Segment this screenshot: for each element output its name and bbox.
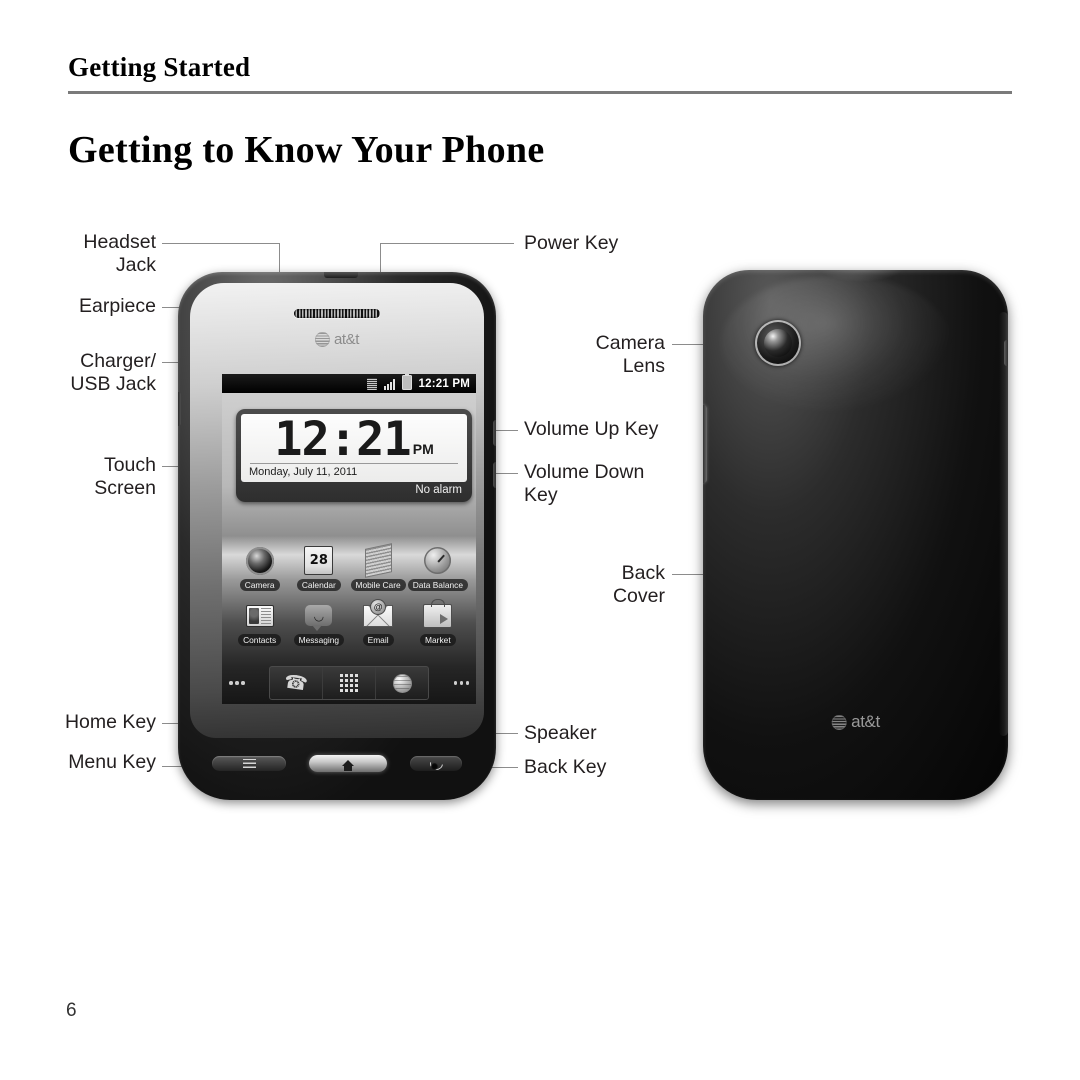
callout-touch-screen: Touch Screen [94,454,156,499]
messaging-icon: ◡ [303,600,334,631]
att-logo-front: at&t [314,331,360,348]
app-mobile-care[interactable]: Mobile Care [348,543,407,591]
app-label: Data Balance [407,579,468,591]
speaker-hole [431,763,438,770]
battery-icon [401,374,412,390]
signal-bars-icon [383,378,395,390]
app-label: Camera [239,579,280,591]
clock-widget[interactable]: 12:21 PM Monday, July 11, 2011 No alarm [236,409,472,503]
callout-charger-usb-jack: Charger/ USB Jack [70,350,156,395]
clock-time-row: 12:21 PM [248,412,460,467]
callout-volume-up-key: Volume Up Key [524,418,659,440]
globe-icon [392,673,412,693]
clock-meridiem: PM [412,441,434,458]
callout-speaker: Speaker [524,722,597,744]
status-bar-time: 12:21 PM [418,377,470,390]
app-grid-icon [340,674,358,692]
phone-front-face: at&t 12:21 PM 12:21 PM Monday, July 11, … [190,283,484,738]
back-top-contour [815,270,907,282]
leader-power-key-drop [380,243,381,275]
app-label: Contacts [238,634,282,646]
app-label: Market [420,634,456,646]
data-balance-icon [422,545,453,576]
charger-usb-jack-port [178,392,181,426]
home-key-button[interactable] [309,754,387,772]
camera-icon [244,545,275,576]
callout-back-cover: Back Cover [612,562,665,607]
app-camera[interactable]: Camera [230,545,289,591]
phone-handset-icon: ☎ [282,670,310,696]
volume-rocker-button[interactable] [703,405,707,483]
phone-front-view: at&t 12:21 PM 12:21 PM Monday, July 11, … [178,272,496,800]
leader-headset-jack [162,243,280,244]
menu-key-button[interactable] [212,755,286,771]
hamburger-icon [242,758,256,768]
leader-power-key [380,243,514,244]
att-logo-text: at&t [851,712,880,731]
callout-camera-lens: Camera Lens [595,332,665,377]
page-title: Getting to Know Your Phone [68,129,545,171]
volume-up-key-button[interactable] [493,420,496,446]
callout-back-key: Back Key [524,756,607,778]
callout-headset-jack: Headset Jack [83,231,156,276]
app-label: Messaging [293,634,345,646]
mobile-care-icon [363,543,394,578]
camera-lens [755,320,801,366]
dock-phone-button[interactable]: ☎ [270,667,322,699]
clock-date: Monday, July 11, 2011 [249,466,358,479]
callout-menu-key: Menu Key [68,751,156,773]
page-indicator-right-icon [453,681,469,685]
att-globe-icon [314,332,330,347]
house-icon [342,760,354,771]
camera-lens-glass [764,329,792,357]
att-logo-back: at&t [831,712,880,732]
clock-alarm-status: No alarm [415,484,462,497]
headset-jack-port [324,272,358,278]
app-grid: Camera 28 Calendar Mobile Care Data Bala… [230,543,468,646]
dock-browser-button[interactable] [375,667,428,699]
callout-volume-down-key: Volume Down Key [524,461,645,506]
dock-tray: ☎ [269,666,429,700]
att-globe-icon [831,714,847,730]
clock-time: 12:21 [274,412,411,467]
home-screen-wallpaper: 12:21 PM Monday, July 11, 2011 No alarm … [222,393,476,704]
leader-headset-jack-drop [279,243,280,273]
app-messaging[interactable]: ◡ Messaging [289,600,348,646]
earpiece-grille [294,309,380,318]
app-label: Calendar [296,579,341,591]
hardware-key-row [212,752,462,774]
status-bar: 12:21 PM [222,374,476,393]
manual-page: Getting Started Getting to Know Your Pho… [0,0,1080,1080]
att-logo-text: at&t [333,331,360,348]
power-key-button[interactable] [1004,340,1008,366]
calendar-icon: 28 [303,545,334,576]
callout-home-key: Home Key [64,711,156,733]
home-screen-dock: ☎ [222,666,476,700]
clock-face: 12:21 PM Monday, July 11, 2011 [241,412,467,483]
app-email[interactable]: @ Email [348,598,407,646]
sim-card-icon [366,377,377,390]
callout-power-key: Power Key [524,232,619,254]
callout-earpiece: Earpiece [79,295,156,317]
running-head: Getting Started [68,52,251,82]
app-label: Email [362,634,394,646]
contacts-icon [244,600,275,631]
market-icon [422,600,453,631]
calendar-date-number: 28 [304,546,334,575]
header-rule [68,91,1012,94]
page-number: 6 [66,1000,77,1021]
app-calendar[interactable]: 28 Calendar [289,545,348,591]
phone-back-view: at&t [703,270,1008,800]
volume-down-key-button[interactable] [493,462,496,488]
page-indicator-left-icon [229,681,245,685]
back-edge-highlight [999,312,1008,737]
app-market[interactable]: Market [408,600,468,646]
touch-screen[interactable]: 12:21 PM 12:21 PM Monday, July 11, 2011 [222,374,476,704]
app-data-balance[interactable]: Data Balance [407,545,468,591]
email-icon: @ [363,598,394,631]
app-label: Mobile Care [350,579,406,591]
app-contacts[interactable]: Contacts [230,600,289,646]
dock-app-drawer-button[interactable] [322,667,375,699]
